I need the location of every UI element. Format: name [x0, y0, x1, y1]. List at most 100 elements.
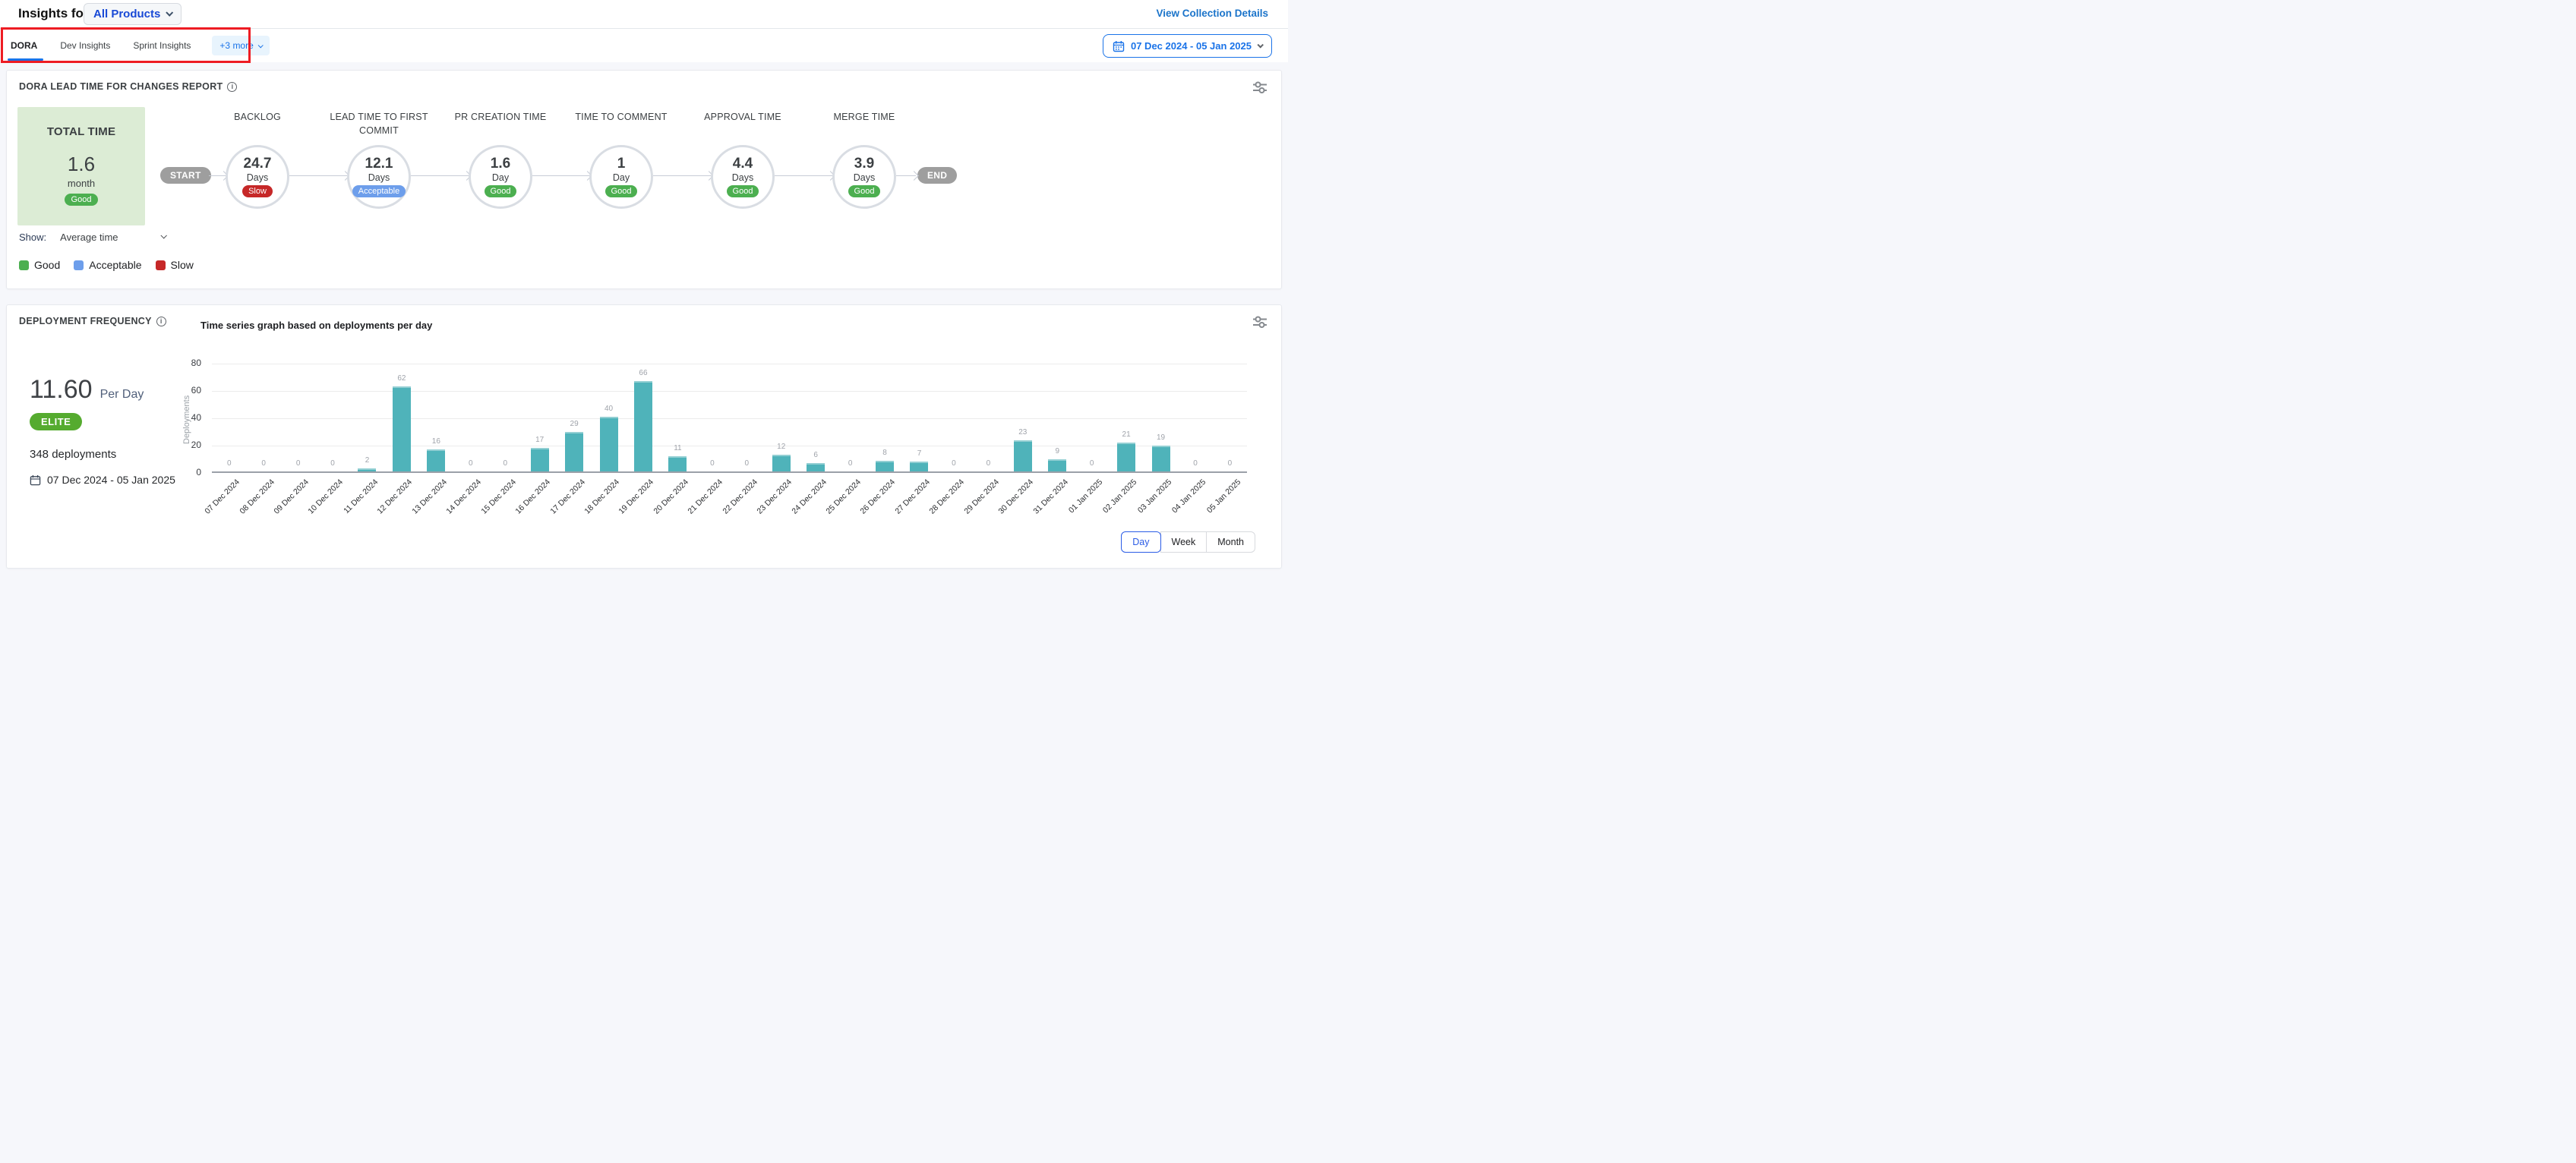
bar-value-label: 0 [246, 459, 280, 468]
bar-value-label: 19 [1144, 433, 1178, 442]
stage-circle: 24.7DaysSlow [226, 145, 289, 209]
deployment-bar[interactable] [427, 449, 445, 471]
more-tabs-label: +3 more [219, 40, 253, 51]
stage-unit: Day [613, 172, 630, 183]
show-selector: Show: Average time [19, 232, 166, 243]
deployment-bar[interactable] [876, 461, 894, 471]
granularity-day-button[interactable]: Day [1121, 531, 1160, 553]
legend-item-good: Good [19, 259, 60, 271]
legend-label: Slow [171, 259, 194, 271]
stage-circle: 1.6DayGood [469, 145, 532, 209]
deployment-bar[interactable] [668, 456, 687, 471]
bar-column: 624 Dec 2024 [798, 364, 832, 471]
deployment-bar[interactable] [772, 455, 791, 471]
stage-value: 4.4 [733, 156, 753, 171]
deployment-bar[interactable] [1117, 443, 1135, 471]
legend-label: Good [34, 259, 60, 271]
granularity-month-button[interactable]: Month [1206, 531, 1255, 553]
status-legend: Good Acceptable Slow [19, 259, 194, 271]
x-axis-label-text: 10 Dec 2024 [307, 477, 346, 516]
deployment-bar[interactable] [1152, 446, 1170, 471]
bar-value-label: 0 [453, 459, 488, 468]
bar-value-label: 12 [764, 443, 798, 451]
stage-status-badge: Good [485, 185, 517, 197]
deployment-bar[interactable] [600, 417, 618, 471]
bar-column: 014 Dec 2024 [453, 364, 488, 471]
stage-name: APPROVAL TIME [704, 110, 781, 143]
stage-name: MERGE TIME [834, 110, 895, 143]
stage-name: PR CREATION TIME [455, 110, 547, 143]
pipeline-stage-approval-time: APPROVAL TIME4.4DaysGood [678, 110, 807, 209]
bar-value-label: 0 [730, 459, 764, 468]
bar-column: 1903 Jan 2025 [1144, 364, 1178, 471]
stage-unit: Day [492, 172, 509, 183]
deployment-bar[interactable] [910, 462, 928, 471]
tab-sprint-insights[interactable]: Sprint Insights [131, 30, 192, 61]
deployment-bar[interactable] [565, 432, 583, 471]
bar-column: 1613 Dec 2024 [419, 364, 453, 471]
stage-status-badge: Acceptable [352, 185, 406, 197]
dora-dashboard: Insights for All Products View Collectio… [0, 0, 1288, 582]
bar-value-label: 0 [488, 459, 522, 468]
deployment-card-title: DEPLOYMENT FREQUENCY [19, 316, 166, 326]
bar-column: 211 Dec 2024 [350, 364, 384, 471]
chart-settings-icon[interactable] [1252, 316, 1267, 329]
y-axis-tick: 60 [191, 385, 201, 396]
bar-column: 6212 Dec 2024 [384, 364, 418, 471]
deployment-title-text: DEPLOYMENT FREQUENCY [19, 316, 152, 326]
deployment-bar[interactable] [531, 448, 549, 471]
deployment-bar[interactable] [807, 463, 825, 471]
deployment-bar[interactable] [358, 468, 376, 471]
bar-column: 931 Dec 2024 [1040, 364, 1075, 471]
pipeline-stage-time-to-comment: TIME TO COMMENT1DayGood [557, 110, 686, 209]
bar-value-label: 0 [695, 459, 729, 468]
chevron-down-icon [166, 8, 174, 16]
bar-column: 022 Dec 2024 [730, 364, 764, 471]
tab-dev-insights[interactable]: Dev Insights [58, 30, 112, 61]
stage-unit: Days [368, 172, 390, 183]
y-axis-tick: 20 [191, 440, 201, 450]
tab-dora[interactable]: DORA [9, 30, 39, 61]
product-selector-dropdown[interactable]: All Products [84, 3, 182, 25]
info-icon[interactable] [156, 317, 166, 326]
bar-value-label: 62 [384, 374, 418, 383]
deployment-bar[interactable] [393, 386, 411, 471]
bar-value-label: 29 [557, 420, 591, 428]
bar-column: 021 Dec 2024 [695, 364, 729, 471]
x-axis-label-text: 25 Dec 2024 [824, 477, 863, 516]
deployment-bar[interactable] [634, 381, 652, 471]
granularity-week-button[interactable]: Week [1160, 531, 1208, 553]
bar-value-label: 0 [212, 459, 246, 468]
bar-column: 1223 Dec 2024 [764, 364, 798, 471]
tab-bar: DORADev InsightsSprint Insights +3 more … [0, 28, 1288, 62]
x-axis-label-text: 18 Dec 2024 [582, 477, 621, 516]
view-collection-details-link[interactable]: View Collection Details [1156, 8, 1268, 19]
x-axis-label-text: 08 Dec 2024 [238, 477, 276, 516]
x-axis-label-text: 13 Dec 2024 [410, 477, 449, 516]
chart-title: Time series graph based on deployments p… [200, 320, 432, 331]
x-axis-label-text: 28 Dec 2024 [928, 477, 967, 516]
deployment-bar[interactable] [1014, 440, 1032, 471]
date-range-picker[interactable]: 07 Dec 2024 - 05 Jan 2025 [1103, 34, 1272, 58]
stage-status-badge: Good [848, 185, 881, 197]
x-axis-label-text: 12 Dec 2024 [376, 477, 415, 516]
bar-value-label: 2 [350, 456, 384, 465]
bar-value-label: 9 [1040, 447, 1075, 455]
bar-value-label: 0 [1075, 459, 1109, 468]
stage-circle: 3.9DaysGood [832, 145, 896, 209]
deployment-bar[interactable] [1048, 459, 1066, 471]
deployment-rate-unit: Per Day [100, 388, 144, 402]
stage-name: TIME TO COMMENT [575, 110, 667, 143]
bar-column: 029 Dec 2024 [971, 364, 1005, 471]
calendar-icon [30, 474, 41, 486]
bar-column: 009 Dec 2024 [281, 364, 315, 471]
x-axis-label-text: 03 Jan 2025 [1136, 477, 1173, 515]
legend-label: Acceptable [89, 259, 141, 271]
bar-value-label: 0 [971, 459, 1005, 468]
bar-value-label: 7 [902, 449, 936, 458]
bar-column: 2917 Dec 2024 [557, 364, 591, 471]
show-value-dropdown[interactable]: Average time [60, 232, 118, 243]
y-axis-tick: 80 [191, 358, 201, 368]
x-axis-label-text: 01 Jan 2025 [1067, 477, 1104, 515]
more-tabs-button[interactable]: +3 more [212, 36, 269, 55]
